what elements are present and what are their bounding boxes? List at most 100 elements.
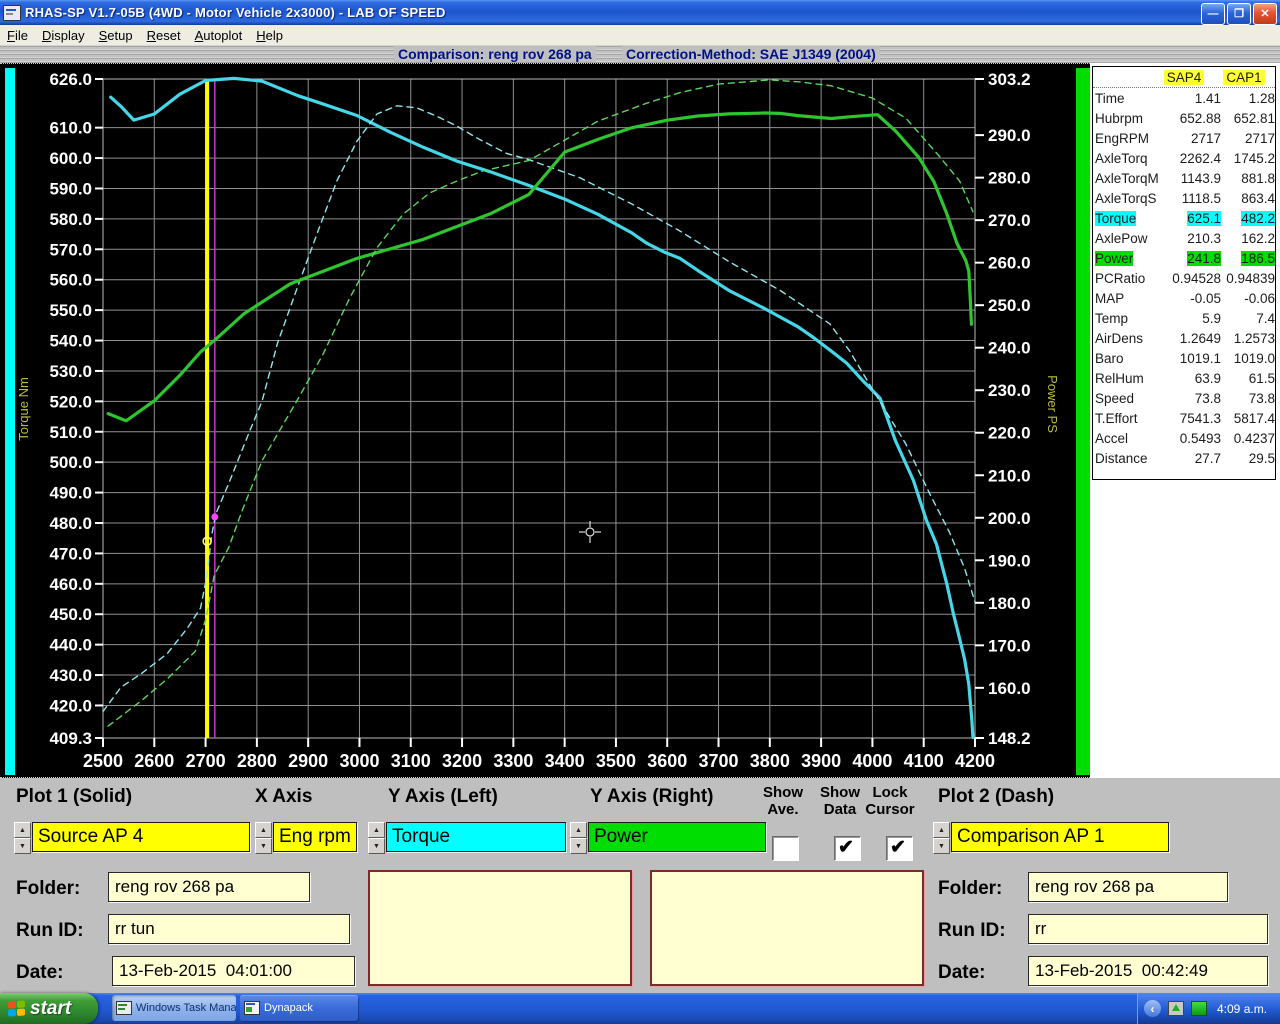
task-manager-icon <box>116 1001 132 1015</box>
show-data-label: Show Data <box>820 784 860 819</box>
svg-text:230.0: 230.0 <box>988 381 1031 400</box>
x-axis-selector: ▲ ▼ Eng rpm <box>255 822 357 854</box>
svg-text:4000: 4000 <box>852 751 892 771</box>
header-strip: Comparison: reng rov 268 pa Correction-M… <box>0 45 1280 63</box>
table-row: Power 241.8 186.5 <box>1095 250 1275 266</box>
svg-text:3600: 3600 <box>647 751 687 771</box>
svg-text:610.0: 610.0 <box>49 119 92 138</box>
svg-text:626.0: 626.0 <box>49 70 92 89</box>
svg-text:160.0: 160.0 <box>988 679 1031 698</box>
show-ave-checkbox[interactable] <box>772 836 799 861</box>
x-axis-spinner[interactable]: ▲ ▼ <box>255 822 272 854</box>
run1-comment-box[interactable] <box>368 870 632 986</box>
dyno-chart[interactable]: 2500 2600 2700 2800 2900 3000 3100 3200 3300 3400… <box>0 64 1090 777</box>
plot1-spinner[interactable]: ▲ ▼ <box>14 822 31 854</box>
right-axis-color-bar <box>1076 68 1090 775</box>
control-panel: Plot 1 (Solid) X Axis Y Axis (Left) Y Ax… <box>0 778 1280 993</box>
data-readout-table: SAP4 CAP1 Time 1.41 1.28 Hubrpm 652.88 652.81… <box>1092 66 1276 480</box>
run2-date-field[interactable]: 13-Feb-2015 00:42:49 <box>1028 956 1268 986</box>
y-left-spinner[interactable]: ▲ ▼ <box>368 822 385 854</box>
svg-text:290.0: 290.0 <box>988 126 1031 145</box>
run1-folder-field[interactable]: reng rov 268 pa <box>108 872 310 902</box>
table-row: T.Effort 7541.3 5817.4 <box>1095 410 1275 426</box>
col-header-sap4: SAP4 <box>1153 69 1215 85</box>
svg-text:590.0: 590.0 <box>49 179 92 198</box>
y-right-field[interactable]: Power <box>588 822 766 852</box>
menu-display[interactable]: Display <box>35 27 92 44</box>
show-data-checkbox[interactable] <box>834 836 861 861</box>
run1-date-field[interactable]: 13-Feb-2015 04:01:00 <box>112 956 355 986</box>
table-row: Hubrpm 652.88 652.81 <box>1095 110 1275 126</box>
y-right-axis-title: Power PS <box>1045 375 1060 433</box>
table-row: PCRatio 0.94528 0.94839 <box>1095 270 1275 286</box>
run2-folder-field[interactable]: reng rov 268 pa <box>1028 872 1228 902</box>
lock-cursor-checkbox[interactable] <box>886 836 913 861</box>
table-row: AxleTorqM 1143.9 881.8 <box>1095 170 1275 186</box>
svg-text:480.0: 480.0 <box>49 514 92 533</box>
run2-folder-label: Folder: <box>938 878 1003 899</box>
svg-text:190.0: 190.0 <box>988 551 1031 570</box>
table-row: Temp 5.9 7.4 <box>1095 310 1275 326</box>
table-row: Distance 27.7 29.5 <box>1095 450 1275 466</box>
menu-reset[interactable]: Reset <box>140 27 188 44</box>
svg-text:250.0: 250.0 <box>988 296 1031 315</box>
svg-text:420.0: 420.0 <box>49 696 92 715</box>
svg-text:3300: 3300 <box>493 751 533 771</box>
taskbar-button-task-manager[interactable]: Windows Task Manager <box>112 995 236 1021</box>
app-icon <box>3 4 21 21</box>
menu-file[interactable]: File <box>0 27 35 44</box>
run1-runid-field[interactable]: rr tun <box>108 914 350 944</box>
start-button[interactable]: start <box>0 993 98 1024</box>
menu-help[interactable]: Help <box>249 27 290 44</box>
window-controls: — ❐ ✕ <box>1201 3 1277 25</box>
minimize-button[interactable]: — <box>1201 3 1225 25</box>
svg-text:210.0: 210.0 <box>988 466 1031 485</box>
plot2-field[interactable]: Comparison AP 1 <box>951 822 1169 852</box>
tray-chevron-icon[interactable]: ‹ <box>1144 1000 1161 1017</box>
correction-method-label: Correction-Method: SAE J1349 (2004) <box>622 46 880 62</box>
y-left-selector: ▲ ▼ Torque <box>368 822 566 854</box>
plot1-selector: ▲ ▼ Source AP 4 <box>14 822 250 854</box>
comparison-label: Comparison: reng rov 268 pa <box>394 46 596 62</box>
svg-text:303.2: 303.2 <box>988 70 1031 89</box>
data-readout-panel: SAP4 CAP1 Time 1.41 1.28 Hubrpm 652.88 652.81… <box>1090 63 1280 778</box>
svg-text:490.0: 490.0 <box>49 484 92 503</box>
power-solid-curve <box>106 111 974 423</box>
table-row: AirDens 1.2649 1.2573 <box>1095 330 1275 346</box>
plot1-field[interactable]: Source AP 4 <box>32 822 250 852</box>
restore-button[interactable]: ❐ <box>1227 3 1251 25</box>
close-button[interactable]: ✕ <box>1253 3 1277 25</box>
svg-text:240.0: 240.0 <box>988 339 1031 358</box>
menu-autoplot[interactable]: Autoplot <box>188 27 250 44</box>
y-left-field[interactable]: Torque <box>386 822 566 852</box>
taskbar-clock: 4:09 a.m. <box>1217 1001 1268 1016</box>
svg-text:540.0: 540.0 <box>49 332 92 351</box>
system-tray: ‹ 4:09 a.m. <box>1137 993 1280 1024</box>
svg-text:180.0: 180.0 <box>988 594 1031 613</box>
svg-text:2800: 2800 <box>237 751 277 771</box>
screen: RHAS-SP V1.7-05B (4WD - Motor Vehicle 2x… <box>0 0 1280 1024</box>
taskbar-button-dynapack[interactable]: Dynapack <box>240 995 358 1021</box>
svg-text:3100: 3100 <box>391 751 431 771</box>
run2-comment-box[interactable] <box>650 870 924 986</box>
y-right-spinner[interactable]: ▲ ▼ <box>570 822 587 854</box>
x-axis-field[interactable]: Eng rpm <box>273 822 357 852</box>
tray-hardware-icon[interactable] <box>1168 1001 1184 1016</box>
table-header-row: SAP4 CAP1 <box>1093 67 1275 88</box>
svg-text:560.0: 560.0 <box>49 271 92 290</box>
plot2-spinner[interactable]: ▲ ▼ <box>933 822 950 854</box>
svg-text:2500: 2500 <box>83 751 123 771</box>
table-row: Time 1.41 1.28 <box>1095 90 1275 106</box>
svg-text:170.0: 170.0 <box>988 636 1031 655</box>
table-row: MAP -0.05 -0.06 <box>1095 290 1275 306</box>
svg-text:220.0: 220.0 <box>988 424 1031 443</box>
table-row: AxlePow 210.3 162.2 <box>1095 230 1275 246</box>
y-right-label: Y Axis (Right) <box>590 786 714 807</box>
tray-network-icon[interactable] <box>1191 1001 1207 1016</box>
run2-runid-field[interactable]: rr <box>1028 914 1268 944</box>
dynapack-icon <box>244 1001 260 1015</box>
svg-text:430.0: 430.0 <box>49 666 92 685</box>
menu-setup[interactable]: Setup <box>92 27 140 44</box>
plot2-label: Plot 2 (Dash) <box>938 786 1055 807</box>
table-row: AxleTorq 2262.4 1745.2 <box>1095 150 1275 166</box>
